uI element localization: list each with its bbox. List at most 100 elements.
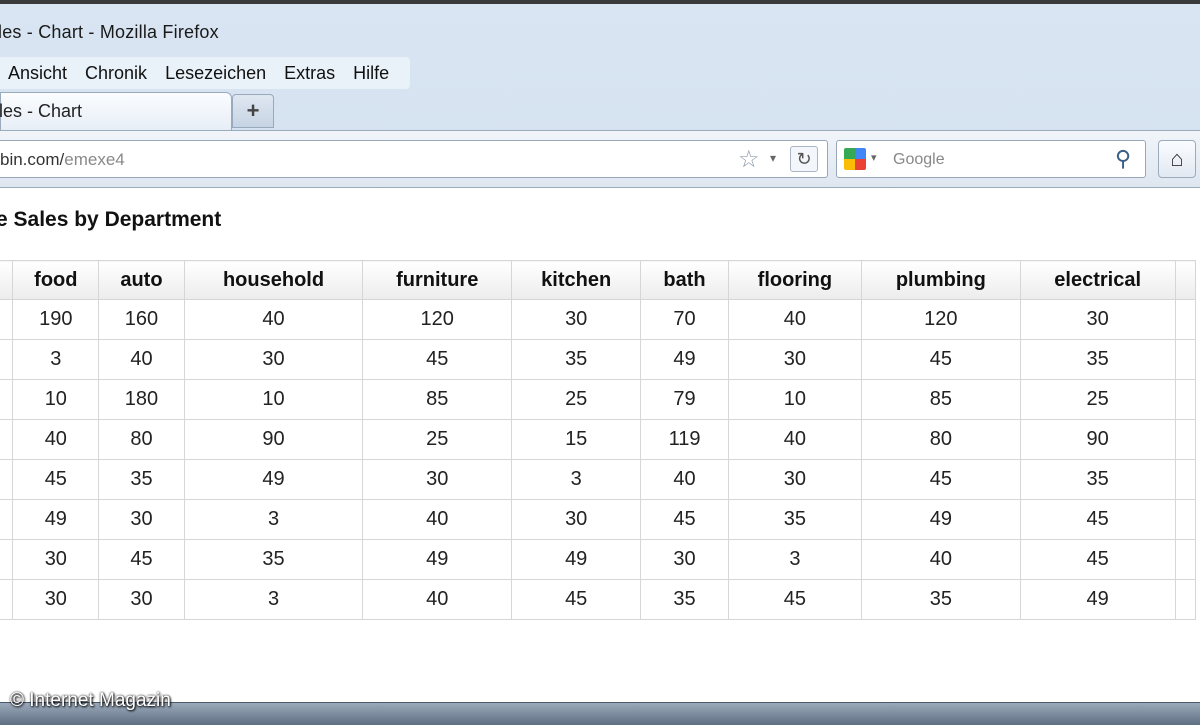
table-cell: 45 xyxy=(362,339,513,380)
table-cell xyxy=(0,379,14,420)
browser-window: les - Chart - Mozilla Firefox Ansicht Ch… xyxy=(0,0,1200,725)
table-cell: 85 xyxy=(362,379,513,420)
url-path: emexe4 xyxy=(64,150,125,169)
table-row: 3 40 30 45 35 49 30 45 35 xyxy=(0,339,1197,380)
home-icon: ⌂ xyxy=(1170,146,1184,171)
search-bar[interactable]: ▾ Google ⚲ xyxy=(836,140,1146,178)
google-engine-icon[interactable] xyxy=(844,148,866,170)
navigation-bar: bin.com/emexe4 ☆ ▾ ↻ ▾ Google ⚲ ⌂ xyxy=(0,130,1200,188)
tab-chart[interactable]: les - Chart xyxy=(0,92,232,130)
column-header[interactable]: food xyxy=(12,260,100,300)
table-cell: 45 xyxy=(727,579,862,620)
column-header[interactable] xyxy=(1174,260,1197,300)
table-cell xyxy=(0,499,14,540)
table-cell: 3 xyxy=(511,459,642,500)
menu-bar: Ansicht Chronik Lesezeichen Extras Hilfe xyxy=(0,57,410,89)
table-row: 190 160 40 120 30 70 40 120 30 xyxy=(0,299,1197,340)
table-cell: 35 xyxy=(183,539,364,580)
table-cell: 35 xyxy=(1019,339,1176,380)
table-cell: 35 xyxy=(1019,459,1176,500)
table-cell: 40 xyxy=(12,419,100,460)
search-input[interactable]: Google xyxy=(893,151,945,169)
table-cell: 80 xyxy=(98,419,185,460)
table-row: 40 80 90 25 15 119 40 80 90 xyxy=(0,419,1197,460)
table-cell: 35 xyxy=(511,339,642,380)
column-header[interactable]: bath xyxy=(640,260,729,300)
table-cell: 30 xyxy=(12,539,100,580)
table-cell: 30 xyxy=(727,339,862,380)
page-title: e Sales by Department xyxy=(0,208,222,231)
url-text: bin.com/emexe4 xyxy=(0,150,125,170)
new-tab-button[interactable]: + xyxy=(232,94,274,128)
table-cell: 35 xyxy=(640,579,729,620)
column-header[interactable]: kitchen xyxy=(511,260,642,300)
chevron-down-icon[interactable]: ▾ xyxy=(770,151,776,165)
column-header[interactable]: auto xyxy=(98,260,185,300)
url-bar[interactable]: bin.com/emexe4 ☆ ▾ ↻ xyxy=(0,140,828,178)
table-cell: 45 xyxy=(860,339,1021,380)
column-header[interactable] xyxy=(0,260,14,300)
table-cell: 160 xyxy=(98,299,185,340)
watermark: © Internet Magazin xyxy=(10,690,171,711)
column-header[interactable]: flooring xyxy=(727,260,862,300)
table-header-row: food auto household furniture kitchen ba… xyxy=(0,260,1197,300)
table-cell: 45 xyxy=(12,459,100,500)
column-header[interactable]: furniture xyxy=(362,260,513,300)
menu-item-extras[interactable]: Extras xyxy=(284,63,335,84)
chevron-down-icon[interactable]: ▾ xyxy=(871,151,877,164)
table-cell: 120 xyxy=(860,299,1021,340)
table-cell: 45 xyxy=(98,539,185,580)
table-cell: 30 xyxy=(98,579,185,620)
table-cell: 30 xyxy=(511,499,642,540)
table-cell: 10 xyxy=(727,379,862,420)
table-cell: 49 xyxy=(362,539,513,580)
table-cell: 90 xyxy=(183,419,364,460)
page-content: e Sales by Department food auto househol… xyxy=(0,188,1200,702)
star-icon[interactable]: ☆ xyxy=(738,145,760,174)
table-cell: 90 xyxy=(1019,419,1176,460)
table-row: 10 180 10 85 25 79 10 85 25 xyxy=(0,379,1197,420)
table-row: 49 30 3 40 30 45 35 49 45 xyxy=(0,499,1197,540)
table-cell: 40 xyxy=(362,579,513,620)
tab-strip: les - Chart + xyxy=(0,92,1200,130)
column-header[interactable]: household xyxy=(183,260,364,300)
table-cell: 70 xyxy=(640,299,729,340)
table-cell xyxy=(1174,539,1197,580)
status-bar xyxy=(0,702,1200,725)
table-cell: 49 xyxy=(12,499,100,540)
table-cell: 80 xyxy=(860,419,1021,460)
table-cell: 35 xyxy=(860,579,1021,620)
table-cell: 3 xyxy=(183,499,364,540)
table-cell: 30 xyxy=(12,579,100,620)
magnifier-icon[interactable]: ⚲ xyxy=(1115,146,1131,172)
home-button[interactable]: ⌂ xyxy=(1158,140,1196,178)
table-cell: 30 xyxy=(183,339,364,380)
table-cell xyxy=(0,339,14,380)
table-cell xyxy=(1174,579,1197,620)
table-cell: 40 xyxy=(362,499,513,540)
table-cell: 49 xyxy=(511,539,642,580)
table-cell: 40 xyxy=(860,539,1021,580)
reload-icon[interactable]: ↻ xyxy=(790,146,818,172)
menu-item-chronik[interactable]: Chronik xyxy=(85,63,147,84)
sales-table: food auto household furniture kitchen ba… xyxy=(0,260,1197,620)
column-header[interactable]: plumbing xyxy=(860,260,1021,300)
table-cell: 180 xyxy=(98,379,185,420)
table-cell: 25 xyxy=(362,419,513,460)
table-cell: 45 xyxy=(511,579,642,620)
table-row: 30 45 35 49 49 30 3 40 45 xyxy=(0,539,1197,580)
menu-item-lesezeichen[interactable]: Lesezeichen xyxy=(165,63,266,84)
column-header[interactable]: electrical xyxy=(1019,260,1176,300)
window-title: les - Chart - Mozilla Firefox xyxy=(0,21,219,42)
menu-item-hilfe[interactable]: Hilfe xyxy=(353,63,389,84)
table-cell: 40 xyxy=(183,299,364,340)
table-cell xyxy=(0,459,14,500)
table-cell: 25 xyxy=(511,379,642,420)
menu-item-ansicht[interactable]: Ansicht xyxy=(8,63,67,84)
url-domain: bin.com/ xyxy=(0,150,65,169)
table-cell xyxy=(1174,499,1197,540)
table-cell xyxy=(1174,379,1197,420)
table-cell: 3 xyxy=(727,539,862,580)
table-cell: 30 xyxy=(1019,299,1176,340)
table-cell: 3 xyxy=(12,339,100,380)
